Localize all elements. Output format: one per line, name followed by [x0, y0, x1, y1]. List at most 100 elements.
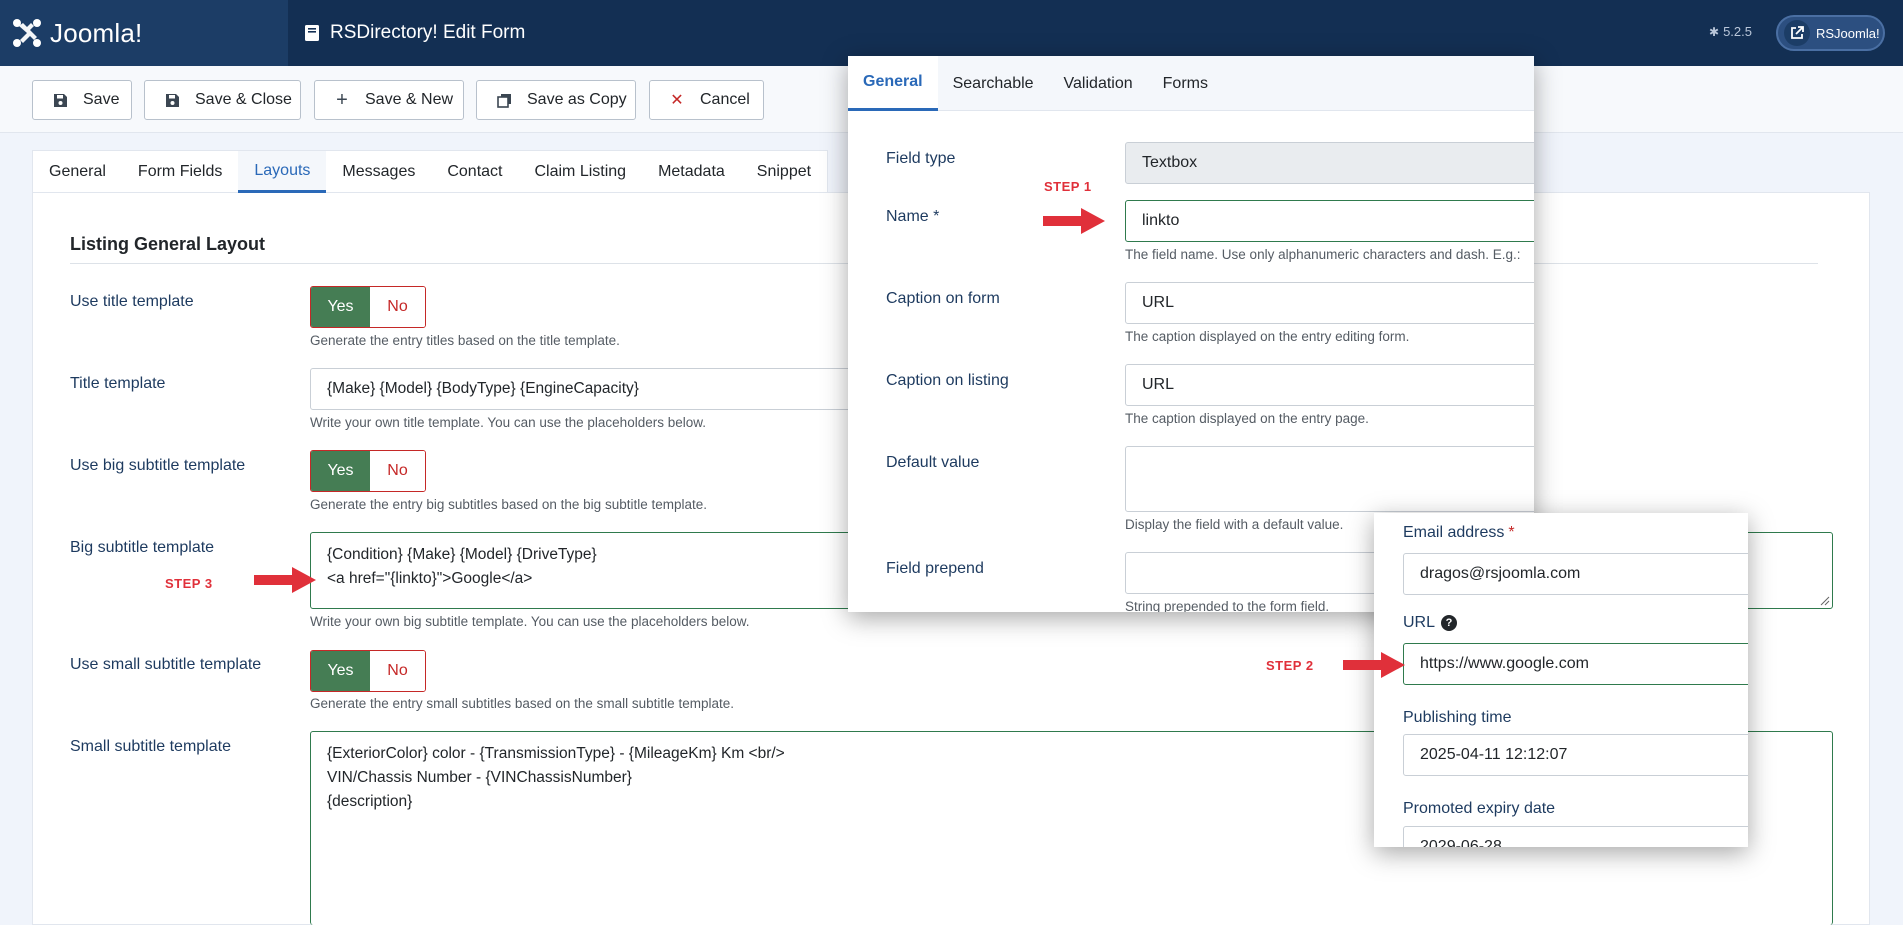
publishing-time-input[interactable]: 2025-04-11 12:12:07	[1403, 734, 1748, 776]
form-tabs: General Form Fields Layouts Messages Con…	[32, 150, 829, 193]
use-title-template-no[interactable]: No	[370, 287, 425, 327]
field-type-label: Field type	[886, 150, 956, 167]
name-label: Name *	[886, 208, 940, 225]
use-title-template-yes[interactable]: Yes	[311, 287, 370, 327]
promoted-expiry-input[interactable]: 2029-06-28	[1403, 826, 1748, 847]
user-menu-button[interactable]: RSJoomla!	[1776, 15, 1885, 51]
version-indicator: ✱ 5.2.5	[1709, 24, 1752, 39]
default-value-help: Display the field with a default value.	[1125, 517, 1344, 532]
use-title-template-help: Generate the entry titles based on the t…	[310, 333, 620, 348]
url-label: URL ?	[1403, 614, 1458, 632]
use-big-subtitle-yes[interactable]: Yes	[311, 451, 370, 491]
url-input[interactable]: https://www.google.com	[1403, 643, 1748, 685]
url-label-text: URL	[1403, 614, 1436, 631]
email-input[interactable]: dragos@rsjoomla.com	[1403, 553, 1748, 595]
caption-form-help: The caption displayed on the entry editi…	[1125, 329, 1410, 344]
use-small-subtitle-yes[interactable]: Yes	[311, 651, 370, 691]
step1-label: STEP 1	[1044, 179, 1092, 194]
modal-tab-forms[interactable]: Forms	[1148, 56, 1223, 111]
tab-snippet[interactable]: Snippet	[741, 151, 827, 193]
page-title-text: RSDirectory! Edit Form	[330, 22, 526, 43]
small-subtitle-template-label: Small subtitle template	[70, 738, 231, 755]
joomla-small-icon: ✱	[1709, 24, 1720, 39]
plus-icon: +	[336, 88, 348, 111]
book-icon	[305, 25, 319, 41]
logo-text: Joomla!	[50, 17, 143, 48]
caption-form-input[interactable]: URL	[1125, 282, 1534, 324]
step3-arrow-icon	[254, 567, 316, 593]
name-input[interactable]: linkto	[1125, 200, 1534, 242]
save-close-label: Save & Close	[195, 91, 292, 108]
publishing-time-label: Publishing time	[1403, 709, 1512, 727]
default-value-input[interactable]	[1125, 446, 1534, 512]
save-close-button[interactable]: Save & Close	[144, 80, 301, 120]
use-small-subtitle-help: Generate the entry small subtitles based…	[310, 696, 734, 711]
use-big-subtitle-label: Use big subtitle template	[70, 457, 246, 474]
save-copy-button[interactable]: Save as Copy	[476, 80, 636, 120]
tab-layouts[interactable]: Layouts	[238, 151, 327, 193]
use-title-template-toggle: Yes No	[310, 286, 426, 328]
tab-contact[interactable]: Contact	[431, 151, 518, 193]
caption-listing-input[interactable]: URL	[1125, 364, 1534, 406]
use-big-subtitle-no[interactable]: No	[370, 451, 425, 491]
tab-messages[interactable]: Messages	[326, 151, 431, 193]
cancel-label: Cancel	[700, 91, 750, 108]
entry-form-panel: Email address * dragos@rsjoomla.com URL …	[1374, 513, 1748, 847]
use-small-subtitle-label: Use small subtitle template	[70, 656, 262, 673]
step3-label: STEP 3	[165, 576, 213, 591]
use-small-subtitle-no[interactable]: No	[370, 651, 425, 691]
section-title: Listing General Layout	[70, 234, 266, 254]
tab-general[interactable]: General	[33, 151, 122, 193]
save-new-label: Save & New	[365, 91, 454, 108]
title-template-label: Title template	[70, 375, 166, 392]
title-template-help: Write your own title template. You can u…	[310, 415, 706, 430]
caption-listing-help: The caption displayed on the entry page.	[1125, 411, 1369, 426]
floppy-disk-icon	[163, 93, 181, 108]
big-subtitle-template-label: Big subtitle template	[70, 539, 215, 556]
use-big-subtitle-toggle: Yes No	[310, 450, 426, 492]
use-title-template-label: Use title template	[70, 293, 194, 310]
step2-arrow-icon	[1343, 652, 1405, 678]
field-prepend-label: Field prepend	[886, 560, 984, 577]
tab-claim-listing[interactable]: Claim Listing	[518, 151, 642, 193]
modal-tab-searchable[interactable]: Searchable	[938, 56, 1049, 111]
version-text: 5.2.5	[1723, 24, 1752, 39]
name-help: The field name. Use only alphanumeric ch…	[1125, 247, 1521, 262]
resize-handle-icon[interactable]	[1820, 596, 1830, 606]
page-title: RSDirectory! Edit Form	[304, 22, 525, 44]
required-asterisk: *	[1508, 524, 1515, 541]
external-link-icon	[1784, 20, 1810, 46]
step2-label: STEP 2	[1266, 658, 1314, 673]
field-type-input: Textbox	[1125, 142, 1534, 184]
big-subtitle-template-help: Write your own big subtitle template. Yo…	[310, 614, 750, 629]
save-button[interactable]: Save	[32, 80, 132, 120]
floppy-disk-icon	[51, 93, 69, 108]
save-new-button[interactable]: + Save & New	[314, 80, 464, 120]
tab-form-fields[interactable]: Form Fields	[122, 151, 238, 193]
copy-icon	[495, 93, 513, 108]
use-big-subtitle-help: Generate the entry big subtitles based o…	[310, 497, 707, 512]
save-copy-label: Save as Copy	[527, 91, 627, 108]
field-prepend-help: String prepended to the form field.	[1125, 599, 1330, 612]
joomla-logo-icon	[13, 19, 41, 47]
default-value-label: Default value	[886, 454, 980, 471]
user-label: RSJoomla!	[1816, 25, 1880, 41]
help-question-icon[interactable]: ?	[1441, 615, 1458, 631]
caption-form-label: Caption on form	[886, 290, 1000, 307]
modal-tab-validation[interactable]: Validation	[1049, 56, 1148, 111]
step1-arrow-icon	[1043, 208, 1105, 234]
email-label: Email address *	[1403, 524, 1515, 542]
modal-tabs: General Searchable Validation Forms	[848, 56, 1534, 111]
publishing-time-label-text: Publishing time	[1403, 709, 1512, 726]
email-label-text: Email address	[1403, 524, 1505, 541]
cancel-button[interactable]: ✕ Cancel	[649, 80, 764, 120]
promoted-expiry-label-text: Promoted expiry date	[1403, 800, 1556, 817]
save-label: Save	[83, 91, 120, 108]
tab-metadata[interactable]: Metadata	[642, 151, 741, 193]
promoted-expiry-label: Promoted expiry date	[1403, 800, 1555, 818]
modal-tab-general[interactable]: General	[848, 56, 938, 111]
joomla-logo[interactable]: Joomla!	[0, 0, 288, 66]
caption-listing-label: Caption on listing	[886, 372, 1009, 389]
close-icon: ✕	[670, 92, 684, 109]
title-template-input[interactable]: {Make} {Model} {BodyType} {EngineCapacit…	[310, 368, 870, 410]
